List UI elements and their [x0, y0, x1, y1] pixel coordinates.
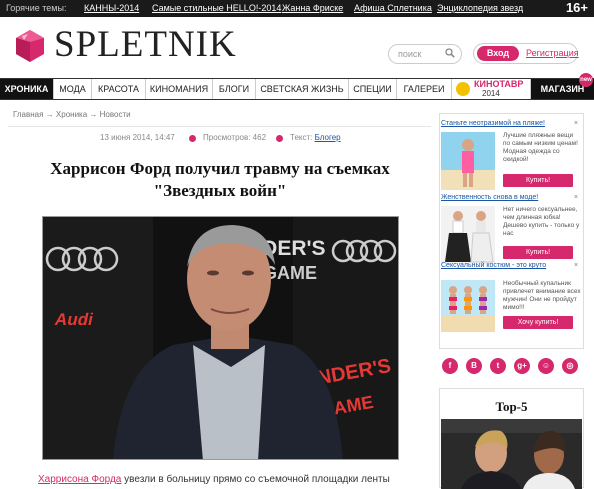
search-input[interactable]: поиск: [388, 44, 462, 64]
ad-text: Нет ничего сексуальнее, чем длинная юбка…: [503, 206, 580, 237]
hot-topics-bar: Горячие темы: КАННЫ-2014 Самые стильные …: [0, 0, 594, 17]
vkontakte-icon[interactable]: B: [466, 358, 482, 374]
divider: [8, 126, 431, 127]
hot-topics-label: Горячие темы:: [6, 3, 67, 13]
breadcrumb-news[interactable]: Новости: [100, 110, 131, 119]
facebook-icon[interactable]: f: [442, 358, 458, 374]
search-icon[interactable]: [445, 48, 455, 58]
breadcrumb-home[interactable]: Главная: [13, 110, 43, 119]
meta-dot-icon: [276, 135, 283, 142]
ad-image: [441, 132, 495, 190]
kinotavr-title: КИНОТАВР: [474, 79, 524, 89]
top5-widget: Top-5: [439, 388, 584, 489]
hot-topic-link[interactable]: Энциклопедия звезд: [437, 3, 523, 13]
logo-gem-icon[interactable]: [12, 28, 48, 64]
author-link[interactable]: Блогер: [315, 133, 341, 142]
ad-text: Необычный купальник привлечет внимание в…: [503, 280, 581, 311]
ad-block[interactable]: Сексуальный костюм - это круто × Необычн…: [441, 262, 582, 336]
nav-item-moda[interactable]: МОДА: [54, 79, 92, 99]
lead-text: увезли в больницу прямо со съемочной пло…: [121, 474, 390, 485]
new-badge: new: [579, 73, 593, 87]
ad-image: [441, 280, 495, 332]
twitter-icon[interactable]: t: [490, 358, 506, 374]
article-lead: Харрисона Форда увезли в больницу прямо …: [38, 474, 390, 485]
main-nav: ХРОНИКА МОДА КРАСОТА КИНОМАНИЯ БЛОГИ СВЕ…: [0, 73, 594, 100]
hot-topic-link[interactable]: Афиша Сплетника: [354, 3, 432, 13]
nav-item-blogi[interactable]: БЛОГИ: [213, 79, 256, 99]
breadcrumb-khronika[interactable]: Хроника: [56, 110, 87, 119]
buy-button[interactable]: Купить!: [503, 246, 573, 259]
breadcrumb: Главная → Хроника → Новости: [13, 110, 131, 119]
top5-photo[interactable]: [441, 419, 582, 489]
buy-button[interactable]: Хочу купить!: [503, 316, 573, 329]
close-icon[interactable]: ×: [574, 194, 582, 202]
nav-item-krasota[interactable]: КРАСОТА: [92, 79, 146, 99]
ad-title[interactable]: Станьте неотразимой на пляже!: [441, 120, 545, 127]
photo-brand: Audi: [53, 309, 95, 329]
odnoklassniki-icon[interactable]: ☺: [538, 358, 554, 374]
article-date: 13 июня 2014, 14:47: [100, 133, 175, 142]
auth-box: Вход Регистрация: [473, 43, 579, 64]
ad-image: [441, 206, 495, 264]
nav-item-galerei[interactable]: ГАЛЕРЕИ: [397, 79, 452, 99]
age-rating: 16+: [565, 0, 588, 15]
google-plus-icon[interactable]: g+: [514, 358, 530, 374]
article-author: Текст: Блогер: [290, 133, 341, 142]
nav-item-specii[interactable]: СПЕЦИИ: [349, 79, 397, 99]
register-link[interactable]: Регистрация: [526, 48, 579, 58]
article-photo[interactable]: Audi ENDER'S GAME ENDER'S GAME: [42, 216, 399, 460]
kinotavr-year: 2014: [482, 89, 500, 98]
hot-topic-link[interactable]: Самые стильные HELLO!-2014: [152, 3, 281, 13]
kinotavr-promo[interactable]: КИНОТАВР 2014: [452, 79, 531, 99]
sun-icon: [456, 82, 470, 96]
top5-illustration: [441, 419, 582, 489]
person-link[interactable]: Харрисона Форда: [38, 474, 121, 485]
photo-sign-top-2: GAME: [263, 263, 317, 283]
ad-title[interactable]: Сексуальный костюм - это круто: [441, 262, 566, 270]
hot-topic-link[interactable]: КАННЫ-2014: [84, 3, 139, 13]
login-button[interactable]: Вход: [477, 46, 519, 61]
nav-item-svetskaya-zhizn[interactable]: СВЕТСКАЯ ЖИЗНЬ: [256, 79, 349, 99]
instagram-icon[interactable]: ◎: [562, 358, 578, 374]
top5-title: Top-5: [495, 399, 528, 414]
social-share-bar: f B t g+ ☺ ◎: [442, 358, 582, 376]
site-logo[interactable]: SPLETNIK: [54, 25, 237, 65]
search-placeholder: поиск: [398, 49, 422, 59]
ad-block[interactable]: Женственность снова в моде! × Нет ничего…: [441, 194, 582, 266]
article-views: Просмотров: 462: [203, 133, 267, 142]
ad-text: Лучшие пляжные вещи по самым низким цена…: [503, 132, 578, 163]
nav-item-kinomania[interactable]: КИНОМАНИЯ: [146, 79, 213, 99]
author-label: Текст:: [290, 133, 313, 142]
breadcrumb-separator: →: [89, 110, 100, 119]
ad-title[interactable]: Женственность снова в моде!: [441, 194, 538, 201]
hot-topic-link[interactable]: Жанна Фриске: [282, 3, 343, 13]
photo-illustration: Audi ENDER'S GAME ENDER'S GAME: [43, 217, 398, 459]
article-title: Харрисон Форд получил травму на съемках …: [50, 159, 390, 200]
close-icon[interactable]: ×: [574, 262, 582, 270]
buy-button[interactable]: Купить!: [503, 174, 573, 187]
meta-dot-icon: [189, 135, 196, 142]
ad-block[interactable]: Станьте неотразимой на пляже! × Лучшие п…: [441, 120, 582, 192]
breadcrumb-separator: →: [45, 110, 56, 119]
close-icon[interactable]: ×: [574, 120, 582, 128]
nav-item-khronika[interactable]: ХРОНИКА: [0, 79, 54, 99]
